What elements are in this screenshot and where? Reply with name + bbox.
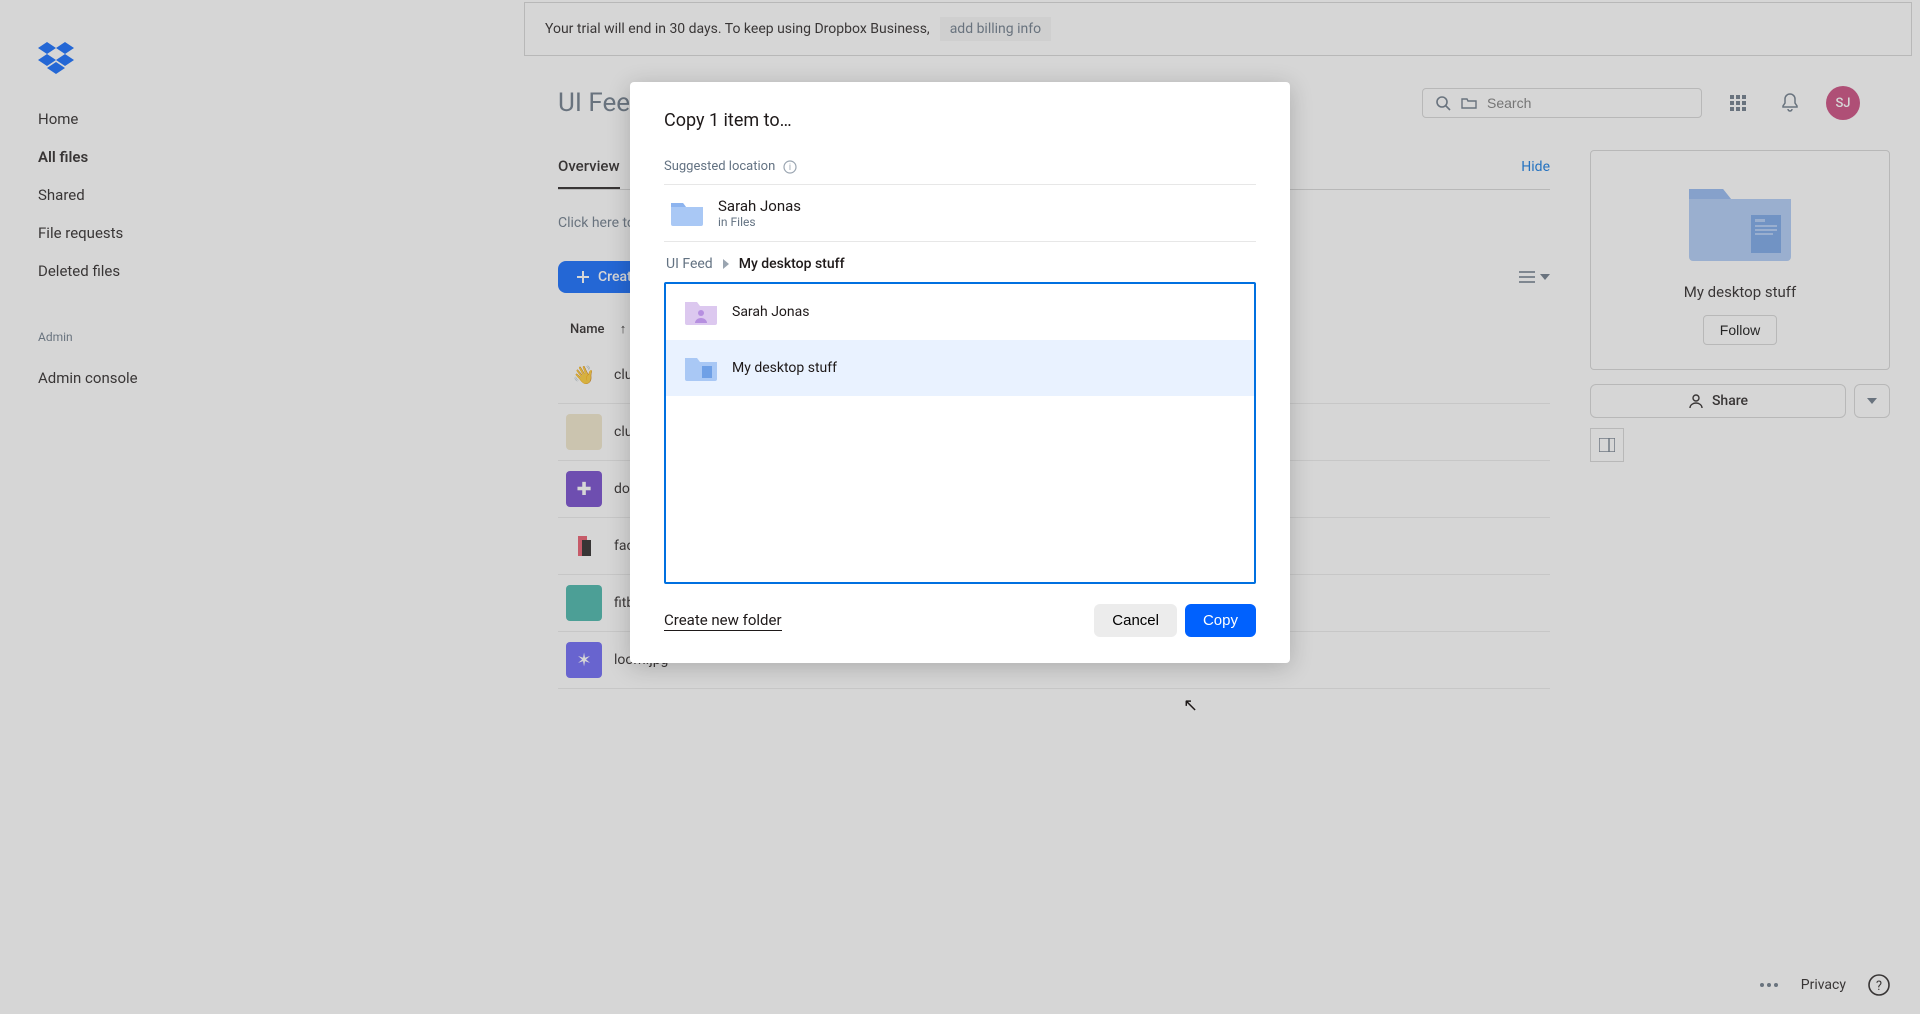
folder-list: Sarah Jonas My desktop stuff [664,282,1256,584]
modal-breadcrumb-parent[interactable]: UI Feed [666,256,713,272]
create-new-folder-link[interactable]: Create new folder [664,611,782,631]
folder-item-name: My desktop stuff [732,360,837,376]
suggested-folder[interactable]: Sarah Jonas in Files [664,184,1256,242]
suggested-location-label: Suggested location [664,159,775,174]
modal-breadcrumb-current: My desktop stuff [739,256,845,272]
folder-icon [670,199,704,227]
modal-title: Copy 1 item to… [664,110,1256,131]
modal-overlay: Copy 1 item to… Suggested location i Sar… [0,0,1920,1014]
folder-list-item-team[interactable]: My desktop stuff [666,340,1254,396]
folder-list-item-person[interactable]: Sarah Jonas [666,284,1254,340]
chevron-right-icon [723,259,729,269]
svg-text:i: i [789,163,791,173]
team-folder-icon [684,354,718,382]
person-folder-icon [684,298,718,326]
copy-button[interactable]: Copy [1185,604,1256,637]
suggested-folder-path: in Files [718,215,801,229]
copy-modal: Copy 1 item to… Suggested location i Sar… [630,82,1290,663]
modal-breadcrumb: UI Feed My desktop stuff [664,242,1256,282]
cancel-button[interactable]: Cancel [1094,604,1177,637]
info-icon[interactable]: i [783,160,797,174]
cursor-icon: ↖ [1183,695,1198,716]
folder-item-name: Sarah Jonas [732,304,809,320]
suggested-folder-name: Sarah Jonas [718,197,801,215]
